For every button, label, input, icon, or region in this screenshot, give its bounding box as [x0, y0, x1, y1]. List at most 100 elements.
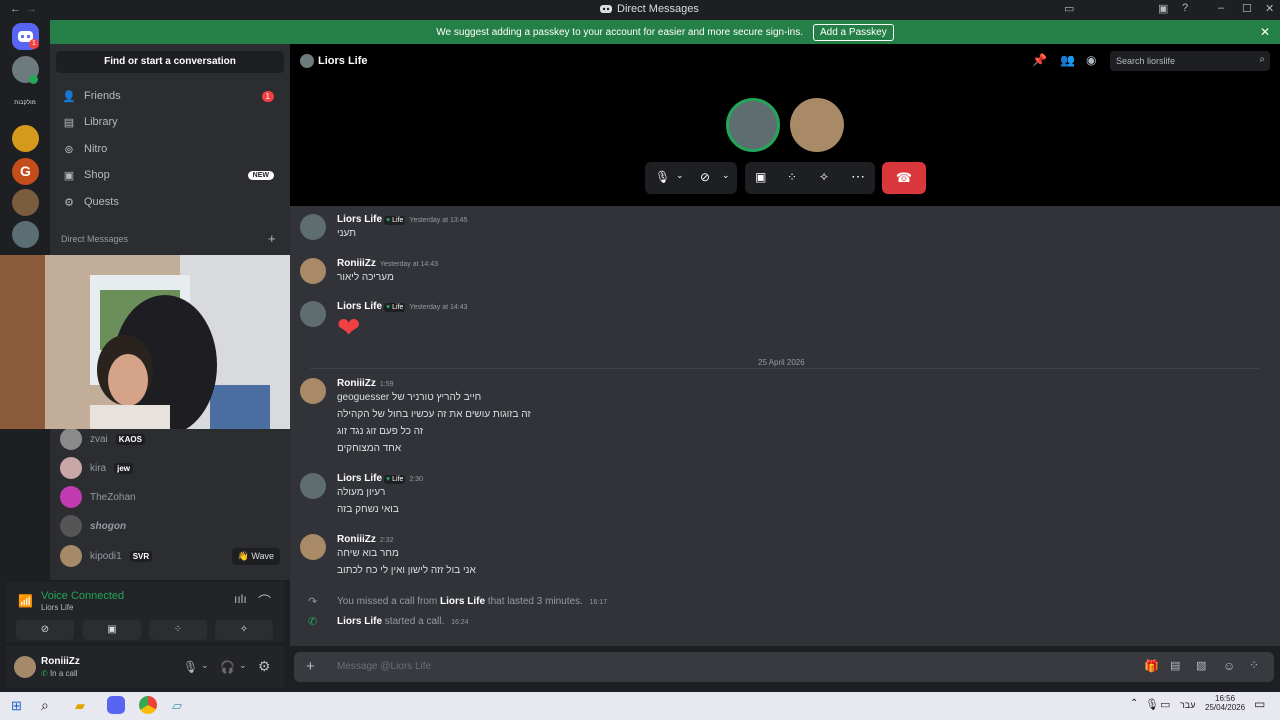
home-badge: 1 — [29, 39, 39, 49]
share-screen-button[interactable]: ▣ — [83, 620, 141, 640]
back-arrow-icon[interactable]: ← — [10, 3, 21, 15]
screen-icon[interactable]: ▣ — [1158, 2, 1168, 15]
user-avatar[interactable] — [14, 656, 36, 678]
headphones-chevron-icon[interactable]: ⌄ — [239, 660, 247, 671]
message-avatar[interactable] — [300, 378, 326, 404]
windows-start-icon[interactable]: ⊞ — [11, 698, 22, 714]
sticker-icon[interactable]: ▧ — [1196, 659, 1206, 672]
taskbar-discord-icon[interactable] — [107, 696, 125, 714]
create-dm-icon[interactable]: + — [268, 231, 276, 246]
friend-item-kira[interactable]: kira jew — [60, 454, 280, 482]
nav-shop[interactable]: ▣ Shop NEW — [56, 163, 284, 187]
call-share-screen-icon[interactable]: ▣ — [755, 170, 766, 184]
profile-icon[interactable]: ◉ — [1086, 53, 1096, 67]
call-mic-chevron-icon[interactable]: ⌄ — [676, 170, 684, 181]
search-input[interactable]: Search liorslife ⌕ — [1110, 51, 1270, 71]
add-passkey-button[interactable]: Add a Passkey — [812, 23, 894, 41]
activities-button[interactable]: ⁘ — [149, 620, 207, 640]
message-author[interactable]: RoniiiZz — [337, 378, 376, 389]
server-status-badge — [29, 75, 38, 84]
message-author[interactable]: RoniiiZz — [337, 534, 376, 545]
server-avatar-3[interactable]: G — [12, 158, 39, 185]
headphones-icon[interactable]: 🎧 — [220, 660, 235, 674]
camera-off-button[interactable]: ⊘ — [16, 620, 74, 640]
forward-arrow-icon[interactable]: → — [26, 3, 37, 15]
message-avatar[interactable] — [300, 258, 326, 284]
noise-suppression-icon[interactable]: ıılı — [234, 592, 247, 606]
server-avatar-2[interactable] — [12, 125, 39, 152]
message-composer[interactable]: + Message @Liors Life 🎁 ▤ ▧ ☺ ⁘ — [294, 652, 1274, 682]
add-friend-icon[interactable]: 👥 — [1060, 53, 1075, 67]
clock[interactable]: 16:56 25/04/2026 — [1205, 694, 1245, 712]
call-soundboard-icon[interactable]: ✧ — [819, 170, 829, 184]
message-author[interactable]: Liors Life — [337, 214, 382, 225]
header-name: Liors Life — [318, 55, 368, 67]
settings-gear-icon[interactable]: ⚙ — [258, 658, 271, 675]
taskbar-search-icon[interactable]: ⌕ — [41, 697, 49, 714]
call-activities-icon[interactable]: ⁘ — [787, 170, 797, 184]
disconnect-icon[interactable]: ⌒ — [258, 591, 271, 610]
friend-item-thezohan[interactable]: TheZohan — [60, 483, 280, 511]
keyboard-language[interactable]: עבר — [1180, 700, 1195, 710]
gif-icon[interactable]: ▤ — [1170, 659, 1180, 672]
call-more-icon[interactable]: ⋯ — [851, 168, 865, 185]
file-explorer-icon[interactable]: ▰ — [75, 698, 85, 714]
gift-icon[interactable]: 🎁 — [1144, 659, 1159, 673]
nav-label: Nitro — [84, 143, 108, 155]
nav-friends[interactable]: 👤 Friends 1 — [56, 84, 284, 108]
soundboard-button[interactable]: ✧ — [215, 620, 273, 640]
message-avatar[interactable] — [300, 301, 326, 327]
life-tag: ♥ Life — [384, 475, 406, 484]
message-group: RoniiiZz Yesterday at 14:43 מעריכה ליאור — [337, 258, 438, 286]
call-camera-off-icon[interactable]: ⊘ — [700, 170, 710, 184]
close-banner-icon[interactable]: ✕ — [1260, 25, 1270, 39]
caller-avatar-ronii[interactable] — [790, 98, 844, 152]
friend-item-zvai[interactable]: zvai KAOS — [60, 425, 280, 453]
emoji-icon[interactable]: ☺ — [1223, 659, 1235, 673]
tray-mic-icon[interactable]: 🎙 — [1145, 698, 1159, 711]
message-author[interactable]: Liors Life — [337, 301, 382, 312]
apps-icon[interactable]: ⁘ — [1249, 658, 1259, 672]
nav-quests[interactable]: ⚙ Quests — [56, 190, 284, 214]
inbox-icon[interactable]: ▭ — [1064, 2, 1074, 15]
call-camera-chevron-icon[interactable]: ⌄ — [722, 170, 730, 181]
message-line: אני בול זזה לישון ואין לי כח לכתוב — [337, 565, 476, 576]
tray-network-icon[interactable]: ▭ — [1160, 698, 1170, 711]
caller-avatar-liors[interactable] — [726, 98, 780, 152]
mic-chevron-icon[interactable]: ⌄ — [201, 660, 209, 671]
nav-nitro[interactable]: ⊚ Nitro — [56, 137, 284, 161]
message-line: זה בזוגות עושים את זה עכשיו בחול של הקהי… — [337, 409, 531, 420]
avatar — [60, 515, 82, 537]
hang-up-button[interactable]: ☎ — [882, 162, 926, 194]
attach-plus-icon[interactable]: + — [306, 658, 315, 675]
tray-chevron-icon[interactable]: ⌃ — [1130, 698, 1138, 709]
message-avatar[interactable] — [300, 473, 326, 499]
message-author[interactable]: Liors Life — [337, 473, 382, 484]
voice-channel[interactable]: Liors Life — [41, 603, 73, 612]
friend-item-shogon[interactable]: shogon — [60, 512, 280, 540]
message-author[interactable]: RoniiiZz — [337, 258, 376, 269]
close-window-icon[interactable]: ✕ — [1265, 2, 1274, 15]
mic-icon[interactable]: 🎙 — [183, 660, 198, 674]
taskbar-app-icon[interactable]: ▱ — [172, 698, 182, 714]
message-avatar[interactable] — [300, 534, 326, 560]
help-icon[interactable]: ? — [1182, 2, 1188, 14]
message-list: Liors Life ♥ Life Yesterday at 13:45 תעני … — [290, 206, 1280, 646]
message-avatar[interactable] — [300, 214, 326, 240]
find-conversation-button[interactable]: Find or start a conversation — [56, 51, 284, 73]
server-avatar-4[interactable] — [12, 189, 39, 216]
message-group: Liors Life ♥ Life Yesterday at 14:43 ❤ — [337, 301, 468, 344]
notification-icon[interactable]: ▭ — [1254, 697, 1265, 711]
maximize-icon[interactable]: ☐ — [1242, 2, 1252, 15]
call-mic-icon[interactable]: 🎙 — [655, 170, 670, 184]
minimize-icon[interactable]: – — [1218, 2, 1224, 14]
friend-item-kipodi1[interactable]: kipodi1 SVR 👋 Wave — [60, 542, 280, 570]
server-text-label[interactable]: מולקבות — [2, 100, 48, 106]
taskbar-chrome-icon[interactable] — [139, 696, 157, 714]
avatar — [60, 457, 82, 479]
server-avatar-5[interactable] — [12, 221, 39, 248]
message-group: RoniiiZz 2:32 מחר בוא שיחה אני בול זזה לי… — [337, 534, 476, 579]
nav-library[interactable]: ▤ Library — [56, 110, 284, 134]
wave-button[interactable]: 👋 Wave — [231, 547, 280, 565]
pin-icon[interactable]: 📌 — [1032, 53, 1047, 67]
